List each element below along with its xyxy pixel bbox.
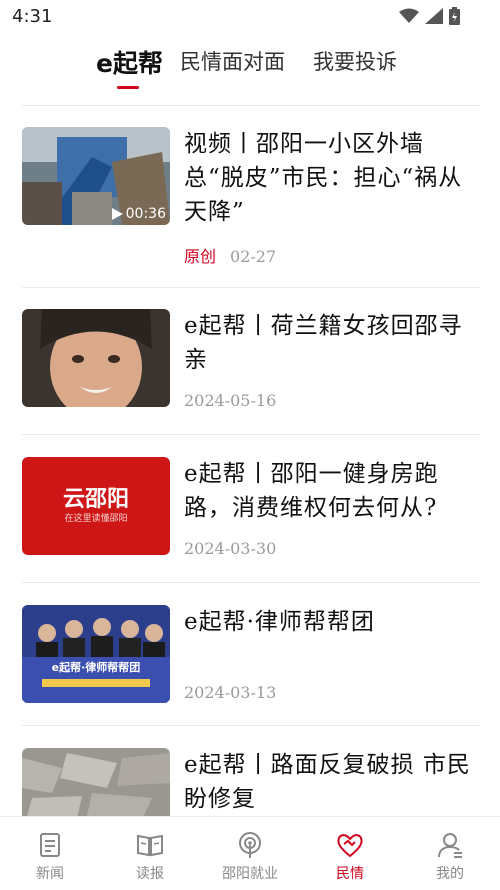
tab-complaint[interactable]: 我要投诉	[313, 46, 397, 76]
thumb-brand-slogan: 在这里读懂邵阳	[64, 514, 128, 524]
video-duration: 00:36	[125, 206, 166, 222]
nav-label: 民情	[336, 866, 364, 882]
news-title: e起帮丨邵阳一健身房跑路，消费维权何去何从?	[184, 461, 439, 521]
nav-label: 邵阳就业	[222, 866, 278, 882]
nav-label: 我的	[436, 866, 464, 882]
list-item[interactable]: e起帮丨路面反复破损 市民盼修复	[22, 748, 480, 816]
nav-public-opinion[interactable]: 民情	[300, 817, 400, 890]
status-bar: 4:31	[0, 0, 500, 34]
status-time: 4:31	[12, 6, 53, 27]
news-title: e起帮丨荷兰籍女孩回邵寻亲	[184, 313, 463, 373]
status-icons	[399, 7, 460, 25]
list-item[interactable]: e起帮·律师帮帮团 e起帮·律师帮帮团 2024-03-13	[22, 605, 480, 715]
handshake-icon	[337, 834, 363, 858]
thumbnail-brand-logo: 云邵阳 在这里读懂邵阳	[22, 457, 170, 555]
thumbnail-portrait	[22, 309, 170, 407]
broadcast-icon	[239, 832, 261, 858]
news-date: 2024-05-16	[184, 391, 277, 410]
list-item[interactable]: e起帮丨荷兰籍女孩回邵寻亲 2024-05-16	[22, 309, 480, 419]
news-date: 02-27	[230, 247, 277, 266]
thumb-banner-text: e起帮·律师帮帮团	[51, 661, 141, 674]
news-title: 视频丨邵阳一小区外墙总“脱皮”市民：担心“祸从天降”	[184, 131, 463, 225]
nav-employment[interactable]: 邵阳就业	[200, 817, 300, 890]
divider	[22, 725, 480, 726]
news-title: e起帮丨路面反复破损 市民盼修复	[184, 752, 471, 812]
battery-icon	[449, 7, 460, 25]
nav-profile[interactable]: 我的	[400, 817, 500, 890]
video-duration-badge: 00:36	[111, 206, 166, 222]
tab-public-opinion[interactable]: 民情面对面	[180, 46, 285, 76]
tab-e-help[interactable]: e起帮	[96, 44, 163, 80]
top-tabs: e起帮 民情面对面 我要投诉	[0, 46, 500, 96]
play-icon	[111, 208, 123, 220]
divider	[22, 287, 480, 288]
list-item[interactable]: 云邵阳 在这里读懂邵阳 e起帮丨邵阳一健身房跑路，消费维权何去何从? 2024-…	[22, 457, 480, 567]
signal-icon	[425, 8, 443, 24]
book-icon	[137, 834, 163, 857]
list-item[interactable]: 00:36 视频丨邵阳一小区外墙总“脱皮”市民：担心“祸从天降” 原创 02-27	[22, 127, 480, 277]
thumb-brand-name: 云邵阳	[62, 487, 129, 512]
news-meta: 原创 02-27	[184, 243, 276, 267]
nav-news[interactable]: 新闻	[0, 817, 100, 890]
original-tag: 原创	[184, 247, 217, 266]
divider	[22, 105, 480, 106]
news-title: e起帮·律师帮帮团	[184, 609, 375, 635]
news-date: 2024-03-13	[184, 683, 277, 702]
divider	[22, 434, 480, 435]
thumbnail-lawyer-group: e起帮·律师帮帮团	[22, 605, 170, 703]
wifi-icon	[399, 8, 419, 23]
divider	[22, 582, 480, 583]
thumbnail-building-wall: 00:36	[22, 127, 170, 225]
nav-label: 读报	[136, 866, 164, 882]
active-tab-indicator	[117, 86, 139, 89]
nav-read-paper[interactable]: 读报	[100, 817, 200, 890]
news-date: 2024-03-30	[184, 539, 277, 558]
nav-label: 新闻	[36, 866, 64, 882]
thumbnail-broken-road	[22, 748, 170, 816]
news-icon	[40, 833, 60, 857]
bottom-nav: 新闻 读报 邵阳就业 民情 我的	[0, 816, 500, 890]
user-icon	[438, 833, 462, 858]
